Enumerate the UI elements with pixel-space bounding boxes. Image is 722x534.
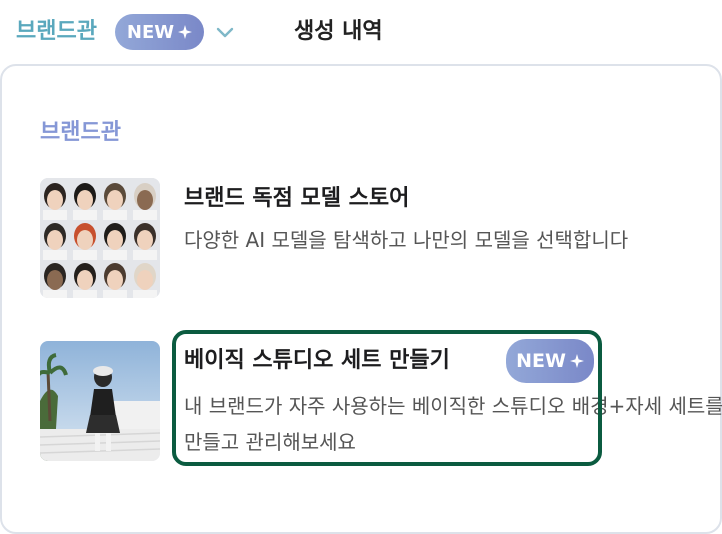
sparkle-icon bbox=[178, 25, 193, 39]
brand-hall-tab[interactable]: 브랜드관 bbox=[16, 14, 97, 50]
new-badge: NEW bbox=[115, 14, 204, 50]
selection-highlight bbox=[172, 330, 602, 466]
studio-set-thumbnail[interactable] bbox=[40, 341, 160, 461]
model-faces-image bbox=[40, 178, 160, 298]
studio-photo-image bbox=[40, 341, 160, 461]
generation-history-tab[interactable]: 생성 내역 bbox=[294, 14, 383, 50]
chevron-up-icon[interactable] bbox=[214, 22, 236, 42]
menu-item-title[interactable]: 브랜드 독점 모델 스토어 bbox=[184, 183, 409, 215]
model-grid-thumbnail[interactable] bbox=[40, 178, 160, 298]
new-badge-label: NEW bbox=[126, 21, 175, 43]
section-title: 브랜드관 bbox=[40, 120, 121, 145]
menu-item-description: 다양한 AI 모델을 탐색하고 나만의 모델을 선택합니다 bbox=[184, 228, 629, 252]
top-navigation: 브랜드관 NEW 생성 내역 bbox=[0, 0, 722, 64]
